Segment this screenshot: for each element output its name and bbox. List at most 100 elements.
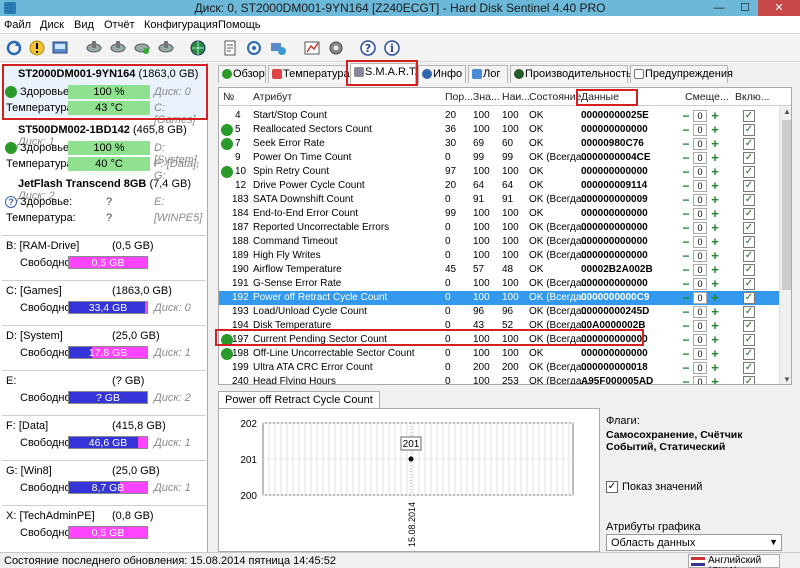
offset-value[interactable]: 0 [693,208,707,220]
minus-icon[interactable]: − [681,320,691,332]
disk-tool-icon-1[interactable] [84,38,104,58]
chart-icon[interactable] [302,38,322,58]
tab-overview[interactable]: Обзор [218,65,266,83]
plus-icon[interactable]: + [709,123,721,136]
disk-item-1[interactable]: ST500DM002-1BD142 (465,8 GB) Диск: 1 Здо… [2,121,206,182]
scroll-down-icon[interactable]: ▼ [780,374,791,384]
offset-value[interactable]: 0 [693,264,707,276]
plus-icon[interactable]: + [709,207,721,220]
enabled-checkbox[interactable]: ✓ [743,320,755,332]
plus-icon[interactable]: + [709,263,721,276]
enabled-checkbox[interactable]: ✓ [743,362,755,374]
minus-icon[interactable]: − [681,208,691,220]
table-row[interactable]: 192 Power off Retract Cycle Count 0 100 100 O… [219,291,779,305]
minus-icon[interactable]: − [681,278,691,290]
table-row[interactable]: 187 Reported Uncorrectable Errors 0 100 100 O… [219,221,779,235]
partition-item[interactable]: E: (? GB) Свободно ? GB Диск: 2 [2,370,206,410]
minus-icon[interactable]: − [681,194,691,206]
tab-alerts[interactable]: Предупреждения [630,65,733,83]
scroll-up-icon[interactable]: ▲ [780,106,791,118]
show-values-checkbox[interactable]: ✓ [606,481,618,493]
settings-icon[interactable] [326,38,346,58]
offset-value[interactable]: 0 [693,362,707,374]
disk-info-icon[interactable] [50,38,70,58]
minus-icon[interactable]: − [681,138,691,150]
col-threshold[interactable]: Пор... [445,91,473,103]
table-row[interactable]: 12 Drive Power Cycle Count 20 64 64 OK 0000000… [219,179,779,193]
offset-value[interactable]: 0 [693,306,707,318]
offset-value[interactable]: 0 [693,152,707,164]
plus-icon[interactable]: + [709,235,721,248]
plus-icon[interactable]: + [709,333,721,346]
enabled-checkbox[interactable]: ✓ [743,110,755,122]
plus-icon[interactable]: + [709,249,721,262]
plus-icon[interactable]: + [709,165,721,178]
plus-icon[interactable]: + [709,179,721,192]
minus-icon[interactable]: − [681,348,691,360]
minus-icon[interactable]: − [681,250,691,262]
minus-icon[interactable]: − [681,376,691,384]
enabled-checkbox[interactable]: ✓ [743,264,755,276]
network-icon[interactable] [268,38,288,58]
enabled-checkbox[interactable]: ✓ [743,236,755,248]
plus-icon[interactable]: + [709,361,721,374]
offset-value[interactable]: 0 [693,166,707,178]
table-row[interactable]: 5 Reallocated Sectors Count 36 100 100 OK 0000… [219,123,779,137]
sync-icon[interactable] [244,38,264,58]
enabled-checkbox[interactable]: ✓ [743,208,755,220]
menu-help[interactable]: Помощь [218,19,261,31]
partition-item[interactable]: X: [TechAdminPE] (0,8 GB) Свободно 0,5 GB [2,505,206,545]
plus-icon[interactable]: + [709,347,721,360]
tab-info[interactable]: Инфо [418,65,466,83]
enabled-checkbox[interactable]: ✓ [743,376,755,384]
table-row[interactable]: 9 Power On Time Count 0 99 99 OK (Всегда... 00… [219,151,779,165]
plus-icon[interactable]: + [709,193,721,206]
table-row[interactable]: 4 Start/Stop Count 20 100 100 OK 00000000025E −… [219,109,779,123]
plus-icon[interactable]: + [709,375,721,384]
detail-tab[interactable]: Power off Retract Cycle Count [218,391,380,409]
plus-icon[interactable]: + [709,109,721,122]
offset-value[interactable]: 0 [693,180,707,192]
col-state[interactable]: Состояние [529,91,581,103]
plus-icon[interactable]: + [709,319,721,332]
minus-icon[interactable]: − [681,334,691,346]
plus-icon[interactable]: + [709,277,721,290]
disk-item-2[interactable]: JetFlash Transcend 8GB (7,4 GB) Диск: 2 … [2,175,206,231]
enabled-checkbox[interactable]: ✓ [743,306,755,318]
maximize-button[interactable]: ☐ [732,0,758,16]
tab-log[interactable]: Лог [468,65,508,83]
report-icon[interactable] [220,38,240,58]
col-number[interactable]: № [223,91,234,103]
menu-view[interactable]: Вид [74,19,94,31]
table-row[interactable]: 198 Off-Line Uncorrectable Sector Count 0 1… [219,347,779,361]
enabled-checkbox[interactable]: ✓ [743,194,755,206]
minus-icon[interactable]: − [681,236,691,248]
table-row[interactable]: 199 Ultra ATA CRC Error Count 0 200 200 OK (В… [219,361,779,375]
offset-value[interactable]: 0 [693,194,707,206]
globe-icon[interactable] [188,38,208,58]
table-row[interactable]: 188 Command Timeout 0 100 100 OK (Всегда... 00… [219,235,779,249]
offset-value[interactable]: 0 [693,376,707,384]
plus-icon[interactable]: + [709,305,721,318]
menu-file[interactable]: Файл [4,19,31,31]
offset-value[interactable]: 0 [693,110,707,122]
enabled-checkbox[interactable]: ✓ [743,152,755,164]
disk-tool-icon-3[interactable] [132,38,152,58]
offset-value[interactable]: 0 [693,236,707,248]
table-row[interactable]: 193 Load/Unload Cycle Count 0 96 96 OK (Всегд… [219,305,779,319]
offset-value[interactable]: 0 [693,124,707,136]
minimize-button[interactable]: — [706,0,732,16]
col-worst[interactable]: Наи... [502,91,530,103]
col-offset[interactable]: Смеще... [685,91,729,103]
minus-icon[interactable]: − [681,180,691,192]
minus-icon[interactable]: − [681,292,691,304]
offset-value[interactable]: 0 [693,278,707,290]
table-row[interactable]: 184 End-to-End Error Count 99 100 100 OK 00000… [219,207,779,221]
plus-icon[interactable]: + [709,291,721,304]
col-enabled[interactable]: Вклю... [735,91,769,103]
tab-temperature[interactable]: Температура [268,65,350,83]
table-row[interactable]: 7 Seek Error Rate 30 69 60 OK 00000980C76 −0 + ✓ [219,137,779,151]
menu-config[interactable]: Конфигурация [144,19,218,31]
offset-value[interactable]: 0 [693,320,707,332]
warning-icon[interactable] [27,38,47,58]
